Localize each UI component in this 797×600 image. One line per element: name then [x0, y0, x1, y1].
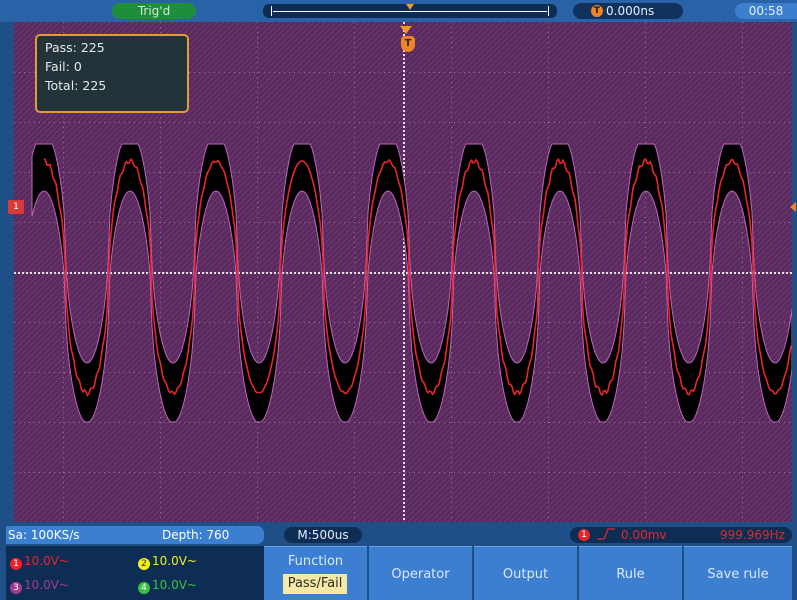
channel-settings-panel: 1 10.0V~ 2 10.0V~ 3 10.0V~ 4 10.0V~	[6, 546, 264, 600]
channel1-level-marker[interactable]: 1	[8, 200, 24, 214]
trigger-delay-value: 0.000ns	[606, 4, 655, 18]
trigger-status-badge: Trig'd	[112, 3, 196, 19]
operator-label: Operator	[391, 567, 450, 582]
save-rule-button[interactable]: Save rule	[684, 546, 792, 600]
trigger-channel-badge: 1	[578, 529, 590, 541]
channel1-badge: 1	[10, 558, 22, 570]
channel4-scale[interactable]: 4 10.0V~	[138, 578, 197, 594]
fail-count: Fail: 0	[45, 59, 82, 74]
channel4-badge: 4	[138, 582, 150, 594]
channel4-scale-value: 10.0V~	[152, 578, 197, 592]
rule-button[interactable]: Rule	[579, 546, 682, 600]
pass-count: Pass: 225	[45, 40, 105, 55]
trigger-info[interactable]: 1 0.00mv 999.969Hz	[570, 527, 792, 543]
channel3-scale[interactable]: 3 10.0V~	[10, 578, 69, 594]
rule-label: Rule	[616, 567, 645, 582]
save-rule-label: Save rule	[707, 567, 769, 582]
trigger-position-arrow-icon	[400, 26, 412, 34]
memory-trigger-marker-icon	[406, 4, 414, 10]
trigger-delay-readout[interactable]: T 0.000ns	[573, 3, 683, 19]
function-title: Function	[287, 554, 344, 569]
channel2-scale-value: 10.0V~	[152, 554, 197, 568]
channel2-badge: 2	[138, 558, 150, 570]
pass-fail-results: Pass: 225 Fail: 0 Total: 225	[35, 34, 189, 113]
total-count: Total: 225	[45, 78, 107, 93]
trigger-icon: T	[591, 5, 603, 17]
output-button[interactable]: Output	[474, 546, 577, 600]
channel3-scale-value: 10.0V~	[24, 578, 69, 592]
trigger-position-marker[interactable]: T	[401, 36, 415, 52]
output-label: Output	[502, 567, 549, 582]
channel2-scale[interactable]: 2 10.0V~	[138, 554, 197, 570]
channel1-scale-value: 10.0V~	[24, 554, 69, 568]
sample-rate: Sa: 100KS/s	[8, 528, 80, 542]
trigger-level: 0.00mv	[621, 528, 667, 542]
acquisition-info: Sa: 100KS/s Depth: 760	[6, 526, 264, 544]
function-value: Pass/Fail	[283, 574, 347, 594]
operator-button[interactable]: Operator	[369, 546, 472, 600]
rising-edge-icon	[596, 527, 616, 543]
clock: 00:58	[735, 3, 797, 19]
channel3-badge: 3	[10, 582, 22, 594]
timebase-readout[interactable]: M:500us	[284, 527, 362, 543]
channel1-scale[interactable]: 1 10.0V~	[10, 554, 69, 570]
memory-position-bar[interactable]	[263, 4, 557, 18]
record-depth: Depth: 760	[162, 528, 230, 542]
function-menu-button[interactable]: Function Pass/Fail	[264, 546, 367, 600]
frequency-readout: 999.969Hz	[720, 528, 785, 542]
trigger-level-arrow-icon[interactable]	[790, 202, 796, 212]
